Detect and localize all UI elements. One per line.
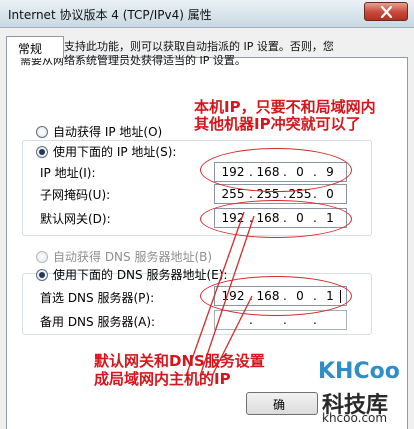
auto-ip-radio[interactable]	[36, 125, 48, 138]
watermark-logo: KHCoo	[318, 359, 400, 384]
window-title: Internet 协议版本 4 (TCP/IPv4) 属性	[8, 8, 212, 22]
manual-ip-option[interactable]: 使用下面的 IP 地址(S):	[36, 143, 176, 160]
gateway-highlight-ellipse	[200, 200, 352, 238]
auto-dns-option[interactable]: 自动获得 DNS 服务器地址(B)	[36, 248, 212, 265]
auto-dns-label: 自动获得 DNS 服务器地址(B)	[53, 250, 213, 264]
manual-ip-label: 使用下面的 IP 地址(S):	[53, 145, 177, 159]
manual-ip-radio[interactable]	[36, 145, 48, 158]
manual-dns-option[interactable]: 使用下面的 DNS 服务器地址(E):	[36, 266, 227, 283]
gateway-annotation-line2: 成局域网内主机的IP	[94, 370, 231, 388]
tab-general-label: 常规	[18, 42, 43, 56]
description-text: 如果网络支持此功能，则可以获取自动指派的 IP 设置。否则，您需要从网络系统管理…	[20, 40, 334, 67]
manual-dns-label: 使用下面的 DNS 服务器地址(E):	[53, 268, 228, 282]
ip-highlight-ellipse	[200, 148, 352, 192]
gateway-label: 默认网关(D):	[40, 212, 111, 226]
auto-ip-label: 自动获得 IP 地址(O)	[53, 125, 163, 139]
ip-address-label: IP 地址(I):	[40, 166, 96, 180]
preferred-dns-label: 首选 DNS 服务器(P):	[40, 291, 155, 305]
gateway-annotation-line1: 默认网关和DNS服务设置	[94, 352, 265, 370]
manual-dns-radio[interactable]	[36, 268, 48, 281]
watermark-url: khcoo.com	[322, 411, 388, 425]
auto-ip-option[interactable]: 自动获得 IP 地址(O)	[36, 123, 162, 140]
ok-button[interactable]: 确	[246, 392, 318, 415]
alternate-dns-label: 备用 DNS 服务器(A):	[40, 315, 156, 329]
dns-highlight-ellipse	[200, 276, 352, 316]
subnet-label: 子网掩码(U):	[40, 188, 111, 202]
ok-button-label: 确	[273, 398, 286, 412]
auto-dns-radio[interactable]	[36, 250, 48, 263]
close-button[interactable]	[364, 2, 408, 21]
close-icon	[380, 6, 393, 18]
ip-annotation-line2: 其他机器IP冲突就可以了	[194, 115, 361, 133]
title-bar: Internet 协议版本 4 (TCP/IPv4) 属性	[0, 0, 414, 28]
tab-general[interactable]: 常规	[6, 36, 64, 58]
watermark: KHCoo 科技库 khcoo.com	[316, 359, 408, 425]
subnet-octet-4: 0	[326, 187, 334, 201]
alternate-dot: .	[249, 313, 253, 327]
alternate-dot: .	[313, 313, 317, 327]
